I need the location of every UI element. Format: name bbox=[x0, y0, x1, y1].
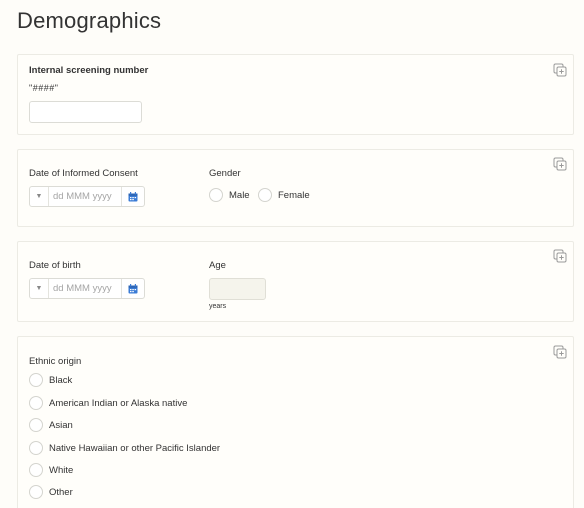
dob-date-placeholder[interactable]: dd MMM yyyy bbox=[49, 279, 121, 298]
radio-button[interactable] bbox=[29, 485, 43, 499]
copy-add-icon[interactable] bbox=[553, 63, 567, 77]
ethnic-option-other[interactable]: Other bbox=[29, 485, 73, 499]
radio-button[interactable] bbox=[29, 441, 43, 455]
radio-label: American Indian or Alaska native bbox=[49, 397, 188, 409]
radio-label: White bbox=[49, 464, 74, 476]
calendar-icon[interactable] bbox=[121, 279, 144, 298]
radio-button[interactable] bbox=[29, 396, 43, 410]
screening-number-input[interactable] bbox=[29, 101, 142, 123]
ethnic-option-american-indian[interactable]: American Indian or Alaska native bbox=[29, 396, 187, 410]
caret-down-icon[interactable]: ▼ bbox=[30, 187, 49, 206]
ethnic-option-asian[interactable]: Asian bbox=[29, 418, 73, 432]
age-unit: years bbox=[209, 303, 227, 310]
screening-card: Internal screening number "####" bbox=[17, 54, 574, 135]
gender-label: Gender bbox=[209, 168, 241, 179]
consent-gender-card: Date of Informed Consent ▼ dd MMM yyyy G… bbox=[17, 149, 574, 227]
radio-label: Male bbox=[229, 189, 250, 201]
radio-button[interactable] bbox=[29, 418, 43, 432]
age-readonly-field bbox=[209, 278, 266, 300]
gender-option-female[interactable]: Female bbox=[258, 188, 310, 202]
consent-date-placeholder[interactable]: dd MMM yyyy bbox=[49, 187, 121, 206]
screening-hint: "####" bbox=[29, 83, 59, 93]
consent-date-label: Date of Informed Consent bbox=[29, 168, 138, 179]
ethnic-option-native-hawaiian[interactable]: Native Hawaiian or other Pacific Islande… bbox=[29, 441, 220, 455]
radio-button[interactable] bbox=[29, 463, 43, 477]
gender-option-male[interactable]: Male bbox=[209, 188, 250, 202]
screening-label: Internal screening number bbox=[29, 65, 149, 76]
calendar-icon[interactable] bbox=[121, 187, 144, 206]
radio-button[interactable] bbox=[258, 188, 272, 202]
ethnic-option-black[interactable]: Black bbox=[29, 373, 72, 387]
radio-button[interactable] bbox=[209, 188, 223, 202]
caret-down-icon[interactable]: ▼ bbox=[30, 279, 49, 298]
ethnic-origin-label: Ethnic origin bbox=[29, 356, 82, 367]
radio-label: Asian bbox=[49, 419, 73, 431]
radio-label: Native Hawaiian or other Pacific Islande… bbox=[49, 442, 221, 454]
copy-add-icon[interactable] bbox=[553, 249, 567, 263]
page-title: Demographics bbox=[17, 8, 162, 33]
dob-age-card: Date of birth ▼ dd MMM yyyy Age years bbox=[17, 241, 574, 322]
consent-date-picker[interactable]: ▼ dd MMM yyyy bbox=[29, 186, 145, 207]
radio-label: Female bbox=[278, 189, 310, 201]
radio-button[interactable] bbox=[29, 373, 43, 387]
dob-date-picker[interactable]: ▼ dd MMM yyyy bbox=[29, 278, 145, 299]
copy-add-icon[interactable] bbox=[553, 157, 567, 171]
ethnic-option-white[interactable]: White bbox=[29, 463, 73, 477]
dob-label: Date of birth bbox=[29, 260, 81, 271]
radio-label: Black bbox=[49, 374, 73, 386]
copy-add-icon[interactable] bbox=[553, 345, 567, 359]
ethnic-origin-card: Ethnic origin Black American Indian or A… bbox=[17, 336, 574, 508]
age-label: Age bbox=[209, 260, 226, 271]
radio-label: Other bbox=[49, 486, 73, 498]
